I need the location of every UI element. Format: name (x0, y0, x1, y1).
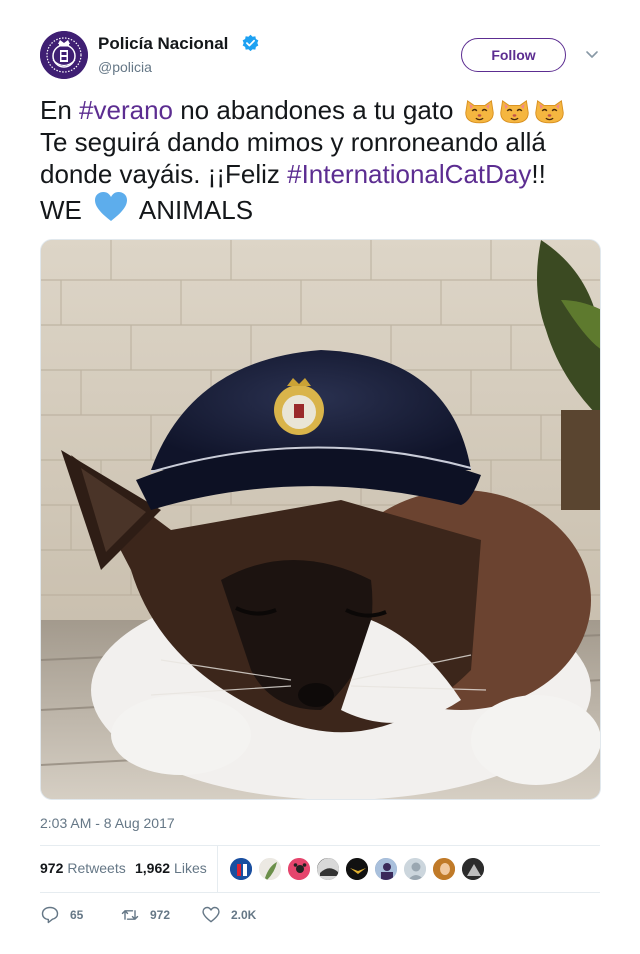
liker-avatar[interactable] (374, 857, 398, 881)
divider (40, 892, 600, 893)
hashtag-internationalcatday-link[interactable]: #InternationalCatDay (287, 159, 531, 189)
retweet-count: 972 (150, 908, 171, 922)
reply-icon (41, 906, 59, 924)
hashtag-verano-link[interactable]: #verano (79, 95, 173, 125)
tweet-timestamp[interactable]: 2:03 AM - 8 Aug 2017 (40, 815, 175, 831)
liker-avatar[interactable] (461, 857, 485, 881)
text-segment: WE (40, 195, 90, 225)
retweet-button[interactable]: 972 (120, 905, 170, 925)
verified-badge-icon (242, 34, 259, 52)
like-count: 2.0K (231, 908, 257, 922)
liker-avatar[interactable] (345, 857, 369, 881)
retweets-stat[interactable]: 972 Retweets (40, 860, 126, 876)
heart-icon (202, 906, 220, 923)
author-display-name[interactable]: Policía Nacional (98, 34, 228, 54)
like-button[interactable]: 2.0K (201, 905, 256, 925)
tweet-text-line-1: En #verano no abandones a tu gato (40, 94, 615, 126)
text-segment: ANIMALS (133, 195, 254, 225)
tweet-actions: 65 972 2.0K (40, 900, 600, 930)
liker-avatar[interactable] (258, 857, 282, 881)
stats-separator (217, 846, 218, 892)
cat-in-police-cap-photo (41, 240, 600, 799)
cat-face-emoji (534, 100, 564, 124)
likes-stat-count: 1,962 (135, 860, 171, 876)
text-segment: no abandones a tu gato (173, 95, 461, 125)
cat-face-emoji (499, 100, 529, 124)
retweets-stat-count: 972 (40, 860, 64, 876)
tweet-text: En #verano no abandones a tu gato Te seg… (40, 94, 615, 230)
reply-count: 65 (70, 908, 84, 922)
author-handle[interactable]: @policia (98, 59, 152, 75)
tweet-stats: 972 Retweets 1,962 Likes (40, 846, 600, 892)
blue-heart-emoji (95, 192, 128, 221)
reply-button[interactable]: 65 (40, 905, 83, 925)
tweet-photo[interactable] (40, 239, 601, 800)
liker-avatar[interactable] (316, 857, 340, 881)
text-segment: En (40, 95, 80, 125)
tweet-text-line-3: donde vayáis. ¡¡Feliz #InternationalCatD… (40, 158, 615, 190)
tweet-card: Policía Nacional @policia Follow En #ver… (0, 0, 640, 954)
chevron-down-icon[interactable] (584, 48, 600, 62)
follow-button[interactable]: Follow (461, 38, 566, 72)
cat-face-emoji (464, 100, 494, 124)
text-segment: !! (531, 159, 546, 189)
likes-stat-label: Likes (174, 860, 207, 876)
liker-avatar[interactable] (229, 857, 253, 881)
likes-stat[interactable]: 1,962 Likes (135, 860, 207, 876)
tweet-text-line-4: WE ANIMALS (40, 190, 615, 230)
police-badge-icon (40, 31, 88, 79)
liker-avatar[interactable] (287, 857, 311, 881)
text-segment: donde vayáis. ¡¡Feliz (40, 159, 288, 189)
liker-avatar[interactable] (432, 857, 456, 881)
retweet-icon (121, 910, 139, 920)
author-avatar[interactable] (40, 31, 88, 79)
liker-avatar[interactable] (403, 857, 427, 881)
retweets-stat-label: Retweets (67, 860, 126, 876)
tweet-text-line-2: Te seguirá dando mimos y ronroneando all… (40, 127, 546, 157)
